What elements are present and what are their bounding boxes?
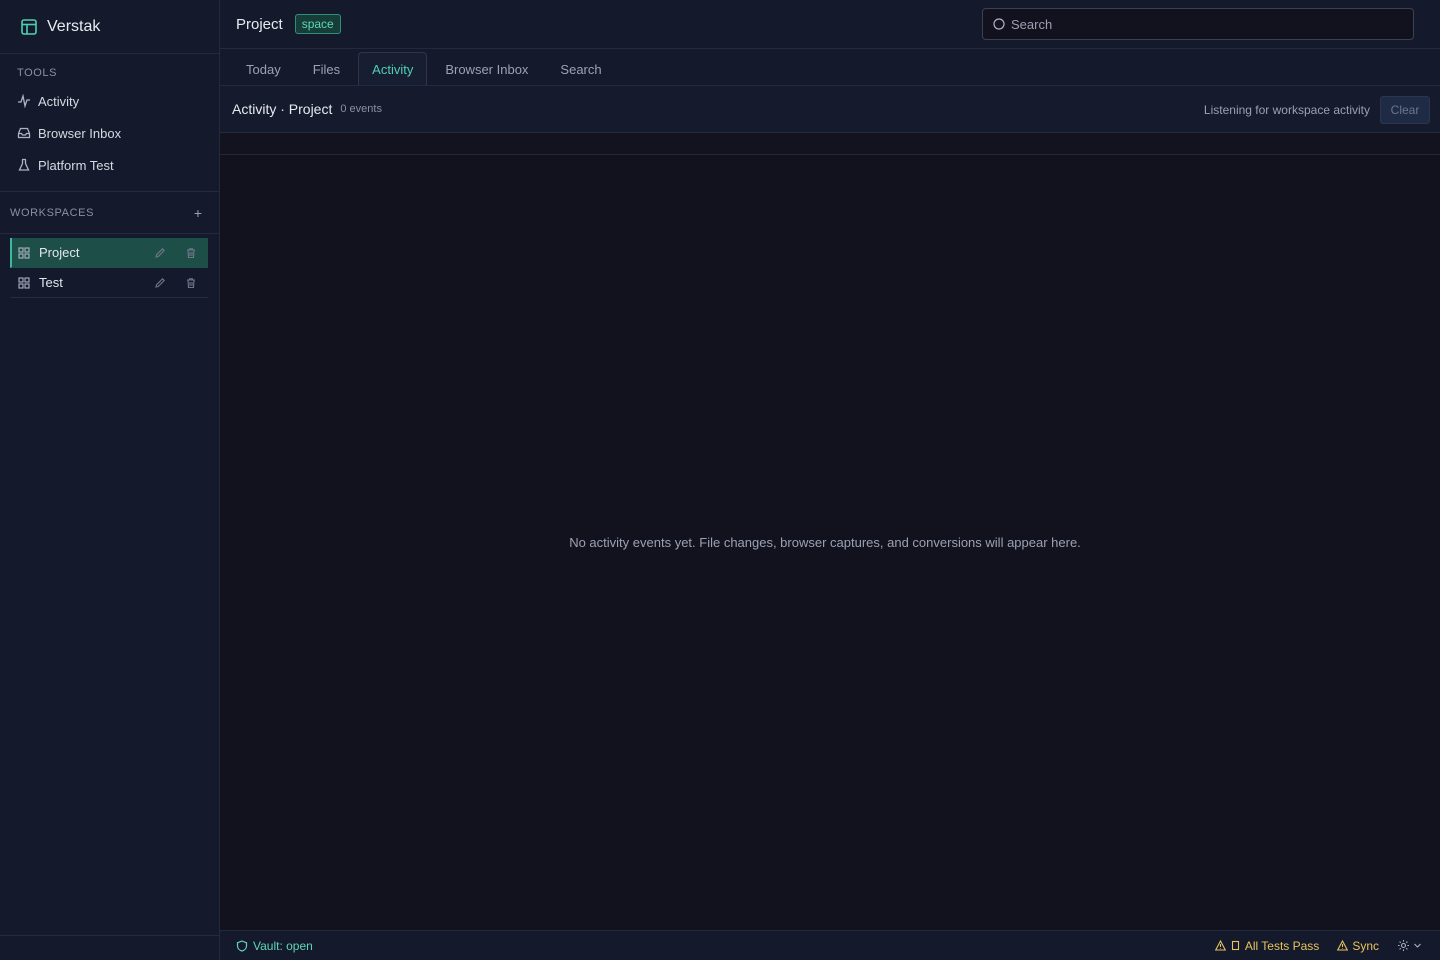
trash-icon[interactable] (185, 247, 197, 259)
tab-bar: Today Files Activity Browser Inbox Searc… (220, 49, 1440, 86)
sync-label: Sync (1352, 938, 1379, 953)
sidebar-item-activity[interactable]: Activity (0, 85, 219, 117)
chevron-down-icon (1413, 941, 1422, 950)
sidebar-item-label: Activity (38, 93, 80, 109)
tools-label: TOOLS (17, 67, 58, 79)
tab-browser-inbox[interactable]: Browser Inbox (431, 52, 542, 85)
settings-menu[interactable] (1397, 939, 1422, 952)
grid-icon (18, 276, 30, 289)
search-input[interactable] (1011, 16, 1391, 32)
sync-status[interactable]: Sync (1337, 939, 1379, 953)
workspaces-header: WORKSPACES + (0, 192, 219, 234)
sidebar-item-platform-test[interactable]: Platform Test (0, 149, 219, 181)
trash-icon[interactable] (185, 277, 197, 289)
main-panel: Project space Today Files Activity Brows… (220, 0, 1440, 960)
tests-status[interactable]: All Tests Pass (1214, 938, 1320, 953)
layout-icon (20, 18, 38, 36)
app-name: Verstak (47, 17, 101, 35)
vault-label: Vault: open (253, 938, 313, 953)
status-right: All Tests Pass Sync (1214, 931, 1422, 960)
workspace-item-project[interactable]: Project (10, 238, 208, 268)
add-workspace-button[interactable]: + (194, 205, 202, 221)
search-icon (993, 18, 1005, 30)
pencil-icon[interactable] (154, 247, 166, 259)
tests-label: All Tests Pass (1244, 938, 1320, 953)
tab-files[interactable]: Files (299, 52, 354, 85)
sidebar-item-label: Platform Test (38, 157, 114, 173)
workspace-label: Project (39, 245, 80, 260)
inbox-icon (17, 126, 31, 140)
pencil-icon[interactable] (154, 277, 166, 289)
page-title: Project (236, 15, 283, 33)
workspaces-label: WORKSPACES (10, 206, 95, 219)
tab-activity[interactable]: Activity (358, 52, 428, 85)
flask-icon (17, 158, 31, 172)
tab-today[interactable]: Today (232, 52, 295, 85)
activity-icon (17, 94, 31, 108)
empty-state-message: No activity events yet. File changes, br… (569, 535, 1081, 550)
space-badge: space (294, 14, 341, 34)
search-box[interactable] (982, 8, 1414, 40)
workspace-item-test[interactable]: Test (10, 268, 208, 298)
filter-strip (220, 133, 1440, 155)
status-bar: Vault: open All Tests Pass Sync (220, 930, 1440, 960)
brand[interactable]: Verstak (0, 0, 219, 54)
sidebar-item-browser-inbox[interactable]: Browser Inbox (0, 117, 219, 149)
vault-status[interactable]: Vault: open (236, 939, 313, 953)
warning-icon (1337, 940, 1349, 951)
listening-status: Listening for workspace activity (1203, 103, 1370, 117)
workspace-list: Project Test (0, 234, 219, 298)
event-count: 0 events (340, 103, 382, 115)
sidebar: Verstak TOOLS Activity Browser Inbox Pla… (0, 0, 220, 960)
clear-button[interactable]: Clear (1380, 96, 1430, 124)
warning-icon (1214, 940, 1226, 951)
topbar: Project space (220, 0, 1440, 49)
grid-icon (18, 246, 30, 259)
tools-section: TOOLS Activity Browser Inbox Platform Te… (0, 54, 219, 192)
activity-header: Activity · Project 0 events Listening fo… (220, 86, 1440, 133)
box-icon (1230, 940, 1241, 951)
shield-icon (236, 939, 248, 952)
sidebar-footer (0, 935, 219, 960)
workspace-label: Test (39, 275, 63, 290)
activity-title: Activity · Project (232, 101, 333, 117)
sidebar-item-label: Browser Inbox (38, 125, 122, 141)
tab-search[interactable]: Search (546, 52, 615, 85)
gear-icon (1397, 939, 1410, 952)
